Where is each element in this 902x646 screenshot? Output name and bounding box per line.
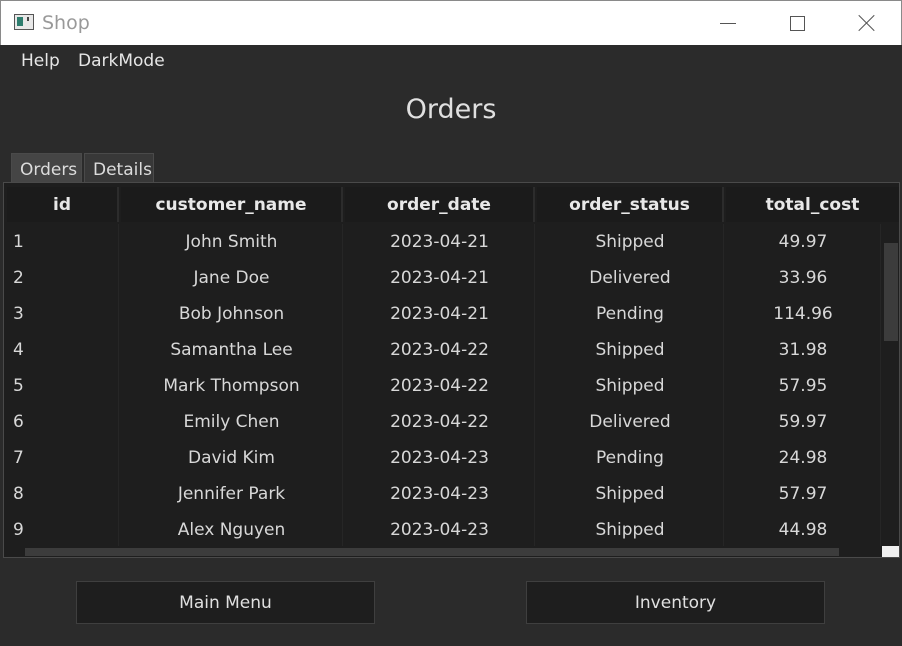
cell-id[interactable]: 9 bbox=[7, 512, 119, 546]
cell-order-status[interactable]: Pending bbox=[537, 440, 724, 476]
cell-customer-name[interactable]: Samantha Lee bbox=[121, 332, 343, 368]
table-body: 1 John Smith 2023-04-21 Shipped 49.97 2 Jane D… bbox=[7, 224, 881, 546]
scrollbar-corner bbox=[882, 546, 899, 557]
column-header-customer-name[interactable]: customer_name bbox=[121, 187, 343, 222]
cell-customer-name[interactable]: Jennifer Park bbox=[121, 476, 343, 512]
cell-order-date[interactable]: 2023-04-21 bbox=[345, 260, 535, 296]
cell-total-cost[interactable]: 33.96 bbox=[726, 260, 881, 296]
column-header-total-cost[interactable]: total_cost bbox=[726, 187, 899, 222]
cell-order-date[interactable]: 2023-04-22 bbox=[345, 368, 535, 404]
page-title: Orders bbox=[405, 94, 497, 125]
cell-order-status[interactable]: Shipped bbox=[537, 368, 724, 404]
window-title: Shop bbox=[42, 12, 90, 34]
cell-order-date[interactable]: 2023-04-21 bbox=[345, 224, 535, 260]
minimize-icon bbox=[720, 22, 736, 24]
inventory-button[interactable]: Inventory bbox=[526, 581, 825, 624]
cell-id[interactable]: 5 bbox=[7, 368, 119, 404]
cell-order-date[interactable]: 2023-04-22 bbox=[345, 404, 535, 440]
horizontal-scrollbar[interactable] bbox=[7, 546, 881, 556]
cell-order-date[interactable]: 2023-04-22 bbox=[345, 332, 535, 368]
cell-id[interactable]: 7 bbox=[7, 440, 119, 476]
column-header-order-date[interactable]: order_date bbox=[345, 187, 535, 222]
cell-customer-name[interactable]: Bob Johnson bbox=[121, 296, 343, 332]
maximize-button[interactable] bbox=[774, 1, 820, 45]
cell-customer-name[interactable]: John Smith bbox=[121, 224, 343, 260]
table-row[interactable]: 3 Bob Johnson 2023-04-21 Pending 114.96 bbox=[7, 296, 881, 332]
cell-order-status[interactable]: Delivered bbox=[537, 404, 724, 440]
table-row[interactable]: 1 John Smith 2023-04-21 Shipped 49.97 bbox=[7, 224, 881, 260]
column-header-order-status[interactable]: order_status bbox=[537, 187, 724, 222]
tab-details[interactable]: Details bbox=[84, 153, 154, 183]
cell-total-cost[interactable]: 59.97 bbox=[726, 404, 881, 440]
minimize-button[interactable] bbox=[705, 1, 751, 45]
tab-orders[interactable]: Orders bbox=[11, 153, 82, 183]
cell-customer-name[interactable]: Jane Doe bbox=[121, 260, 343, 296]
cell-id[interactable]: 6 bbox=[7, 404, 119, 440]
cell-id[interactable]: 2 bbox=[7, 260, 119, 296]
cell-customer-name[interactable]: Mark Thompson bbox=[121, 368, 343, 404]
table-row[interactable]: 8 Jennifer Park 2023-04-23 Shipped 57.97 bbox=[7, 476, 881, 512]
table-row[interactable]: 9 Alex Nguyen 2023-04-23 Shipped 44.98 bbox=[7, 512, 881, 546]
cell-order-date[interactable]: 2023-04-23 bbox=[345, 476, 535, 512]
cell-id[interactable]: 8 bbox=[7, 476, 119, 512]
menu-bar: Help DarkMode bbox=[0, 45, 902, 77]
cell-customer-name[interactable]: Alex Nguyen bbox=[121, 512, 343, 546]
table-header: id customer_name order_date order_status… bbox=[7, 187, 899, 222]
cell-order-date[interactable]: 2023-04-23 bbox=[345, 440, 535, 476]
cell-order-status[interactable]: Shipped bbox=[537, 476, 724, 512]
cell-order-status[interactable]: Delivered bbox=[537, 260, 724, 296]
cell-total-cost[interactable]: 44.98 bbox=[726, 512, 881, 546]
cell-id[interactable]: 1 bbox=[7, 224, 119, 260]
horizontal-scroll-thumb[interactable] bbox=[25, 548, 839, 556]
close-button[interactable] bbox=[844, 1, 890, 45]
column-header-id[interactable]: id bbox=[7, 187, 119, 222]
cell-id[interactable]: 3 bbox=[7, 296, 119, 332]
cell-order-status[interactable]: Pending bbox=[537, 296, 724, 332]
cell-order-status[interactable]: Shipped bbox=[537, 512, 724, 546]
vertical-scrollbar[interactable] bbox=[882, 224, 899, 546]
menu-help[interactable]: Help bbox=[21, 51, 60, 71]
cell-order-status[interactable]: Shipped bbox=[537, 224, 724, 260]
title-bar: Shop bbox=[0, 0, 902, 45]
cell-total-cost[interactable]: 24.98 bbox=[726, 440, 881, 476]
cell-total-cost[interactable]: 57.97 bbox=[726, 476, 881, 512]
menu-darkmode[interactable]: DarkMode bbox=[78, 51, 165, 71]
cell-total-cost[interactable]: 31.98 bbox=[726, 332, 881, 368]
cell-id[interactable]: 4 bbox=[7, 332, 119, 368]
cell-total-cost[interactable]: 114.96 bbox=[726, 296, 881, 332]
app-icon bbox=[14, 14, 34, 30]
close-icon bbox=[858, 14, 876, 32]
cell-customer-name[interactable]: David Kim bbox=[121, 440, 343, 476]
cell-customer-name[interactable]: Emily Chen bbox=[121, 404, 343, 440]
table-row[interactable]: 4 Samantha Lee 2023-04-22 Shipped 31.98 bbox=[7, 332, 881, 368]
cell-total-cost[interactable]: 49.97 bbox=[726, 224, 881, 260]
table-row[interactable]: 6 Emily Chen 2023-04-22 Delivered 59.97 bbox=[7, 404, 881, 440]
orders-table: id customer_name order_date order_status… bbox=[3, 182, 900, 558]
table-row[interactable]: 7 David Kim 2023-04-23 Pending 24.98 bbox=[7, 440, 881, 476]
cell-order-date[interactable]: 2023-04-21 bbox=[345, 296, 535, 332]
vertical-scroll-thumb[interactable] bbox=[884, 243, 898, 341]
main-menu-button[interactable]: Main Menu bbox=[76, 581, 375, 624]
cell-total-cost[interactable]: 57.95 bbox=[726, 368, 881, 404]
table-row[interactable]: 2 Jane Doe 2023-04-21 Delivered 33.96 bbox=[7, 260, 881, 296]
maximize-icon bbox=[789, 15, 805, 31]
table-row[interactable]: 5 Mark Thompson 2023-04-22 Shipped 57.95 bbox=[7, 368, 881, 404]
cell-order-date[interactable]: 2023-04-23 bbox=[345, 512, 535, 546]
cell-order-status[interactable]: Shipped bbox=[537, 332, 724, 368]
